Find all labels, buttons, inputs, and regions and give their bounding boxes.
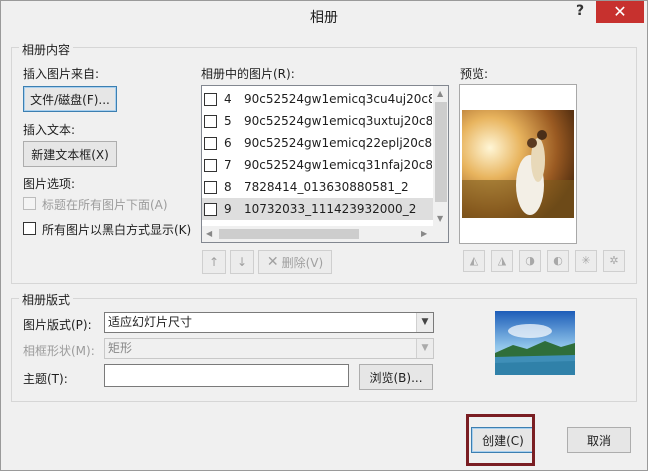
arrow-down-icon: ↓: [236, 255, 248, 269]
chevron-down-icon[interactable]: ▼: [416, 339, 433, 358]
list-item[interactable]: 7 90c52524gw1emicq31nfaj20c80i: [202, 154, 433, 176]
album-dialog: 相册 ? ✕ 相册内容 插入图片来自: 文件/磁盘(F)... 插入文本: 新建…: [0, 0, 648, 471]
scroll-down-icon[interactable]: ▼: [437, 214, 443, 223]
picture-number: 8: [224, 180, 232, 194]
layout-preview-image: [495, 311, 575, 375]
preview-image: [460, 85, 576, 243]
chevron-down-icon[interactable]: ▼: [416, 313, 433, 332]
move-down-button[interactable]: ↓: [230, 250, 254, 274]
horizontal-scrollbar[interactable]: ◀ ▶: [202, 226, 433, 242]
contrast-up-icon: ◑: [525, 254, 535, 267]
picture-name: 7828414_013630880581_2: [244, 180, 409, 194]
frame-shape-label: 相框形状(M):: [23, 344, 95, 358]
picture-name: 90c52524gw1emicq3uxtuj20c80g: [244, 114, 432, 128]
album-layout-group-label: 相册版式: [19, 291, 74, 308]
picture-number: 6: [224, 136, 232, 150]
caption-below-label: 标题在所有图片下面(A): [42, 198, 168, 212]
file-disk-button[interactable]: 文件/磁盘(F)...: [23, 86, 117, 112]
picture-number: 9: [224, 202, 232, 216]
rotate-left-icon: ◭: [469, 254, 479, 267]
picture-number: 5: [224, 114, 232, 128]
frame-shape-value: 矩形: [108, 341, 133, 355]
vertical-scroll-thumb[interactable]: [435, 102, 447, 202]
highlight-frame: [466, 414, 535, 466]
insert-from-label: 插入图片来自:: [23, 67, 100, 81]
theme-label: 主题(T):: [23, 372, 68, 386]
picture-checkbox[interactable]: [204, 115, 217, 128]
help-button[interactable]: ?: [569, 3, 591, 23]
brightness-down-button[interactable]: ✲: [603, 250, 625, 272]
contrast-up-button[interactable]: ◑: [519, 250, 541, 272]
title-bar: 相册 ? ✕: [1, 1, 647, 31]
picture-checkbox[interactable]: [204, 181, 217, 194]
picture-layout-select[interactable]: 适应幻灯片尺寸 ▼: [104, 312, 434, 333]
rotate-left-button[interactable]: ◭: [463, 250, 485, 272]
cancel-button[interactable]: 取消: [567, 427, 631, 453]
list-item[interactable]: 6 90c52524gw1emicq22eplj20c80i: [202, 132, 433, 154]
list-item[interactable]: 8 7828414_013630880581_2: [202, 176, 433, 198]
theme-input[interactable]: [104, 364, 349, 387]
picture-number: 7: [224, 158, 232, 172]
picture-layout-label: 图片版式(P):: [23, 318, 92, 332]
delete-button[interactable]: ✕ 删除(V): [258, 250, 332, 274]
contrast-down-button[interactable]: ◐: [547, 250, 569, 272]
brightness-down-icon: ✲: [609, 254, 619, 267]
scroll-corner: [433, 226, 448, 242]
insert-text-label: 插入文本:: [23, 123, 76, 137]
preview-pane: [459, 84, 577, 244]
picture-options-label: 图片选项:: [23, 177, 76, 191]
picture-number: 4: [224, 92, 232, 106]
picture-checkbox[interactable]: [204, 137, 217, 150]
caption-below-checkbox[interactable]: [23, 197, 36, 210]
delete-icon: ✕: [266, 254, 279, 270]
scroll-right-icon[interactable]: ▶: [421, 229, 427, 238]
picture-name: 90c52524gw1emicq3cu4uj20c80g: [244, 92, 432, 106]
album-content-group-label: 相册内容: [19, 41, 74, 58]
rotate-right-icon: ◮: [497, 254, 507, 267]
list-item[interactable]: 5 90c52524gw1emicq3uxtuj20c80g: [202, 110, 433, 132]
vertical-scrollbar[interactable]: ▲ ▼: [433, 86, 448, 226]
picture-name: 10732033_111423932000_2: [244, 202, 417, 216]
picture-checkbox[interactable]: [204, 93, 217, 106]
brightness-up-icon: ✳: [581, 254, 591, 267]
list-item-selected[interactable]: 9 10732033_111423932000_2: [202, 198, 433, 220]
preview-label: 预览:: [460, 67, 489, 81]
rotate-right-button[interactable]: ◮: [491, 250, 513, 272]
pictures-in-album-label: 相册中的图片(R):: [201, 67, 295, 81]
list-item[interactable]: 4 90c52524gw1emicq3cu4uj20c80g: [202, 88, 433, 110]
picture-name: 90c52524gw1emicq22eplj20c80i: [244, 136, 432, 150]
horizontal-scroll-thumb[interactable]: [219, 229, 359, 239]
browse-button[interactable]: 浏览(B)...: [359, 364, 433, 390]
scroll-up-icon[interactable]: ▲: [437, 89, 443, 98]
all-bw-label: 所有图片以黑白方式显示(K): [42, 223, 192, 237]
new-textbox-button[interactable]: 新建文本框(X): [23, 141, 117, 167]
close-button[interactable]: ✕: [596, 1, 644, 23]
scroll-left-icon[interactable]: ◀: [206, 229, 212, 238]
pictures-listbox[interactable]: 4 90c52524gw1emicq3cu4uj20c80g 5 90c5252…: [201, 85, 449, 243]
contrast-down-icon: ◐: [553, 254, 563, 267]
delete-button-label: 删除(V): [281, 255, 324, 270]
picture-checkbox[interactable]: [204, 203, 217, 216]
move-up-button[interactable]: ↑: [202, 250, 226, 274]
picture-layout-value: 适应幻灯片尺寸: [108, 315, 193, 329]
picture-checkbox[interactable]: [204, 159, 217, 172]
all-bw-checkbox[interactable]: [23, 222, 36, 235]
arrow-up-icon: ↑: [208, 255, 220, 269]
brightness-up-button[interactable]: ✳: [575, 250, 597, 272]
frame-shape-select[interactable]: 矩形 ▼: [104, 338, 434, 359]
picture-name: 90c52524gw1emicq31nfaj20c80i: [244, 158, 432, 172]
window-title: 相册: [310, 10, 338, 26]
